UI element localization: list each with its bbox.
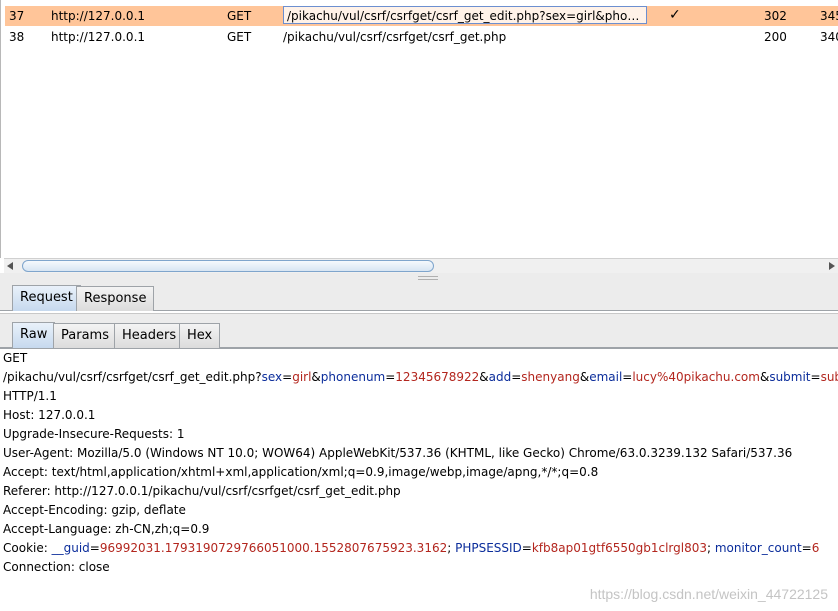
param-name: sex bbox=[261, 370, 283, 384]
row-url-cell: /pikachu/vul/csrf/csrfget/csrf_get.php bbox=[283, 30, 507, 44]
cookie-name: PHPSESSID bbox=[455, 541, 522, 555]
row-host: http://127.0.0.1 bbox=[51, 30, 146, 44]
cookie-value: kfb8ap01gtf6550gb1clrgl803 bbox=[531, 541, 707, 555]
row-id: 38 bbox=[9, 30, 25, 44]
message-tabs: Request Response bbox=[0, 281, 838, 311]
history-row-38[interactable]: 38 http://127.0.0.1 GET /pikachu/vul/csr… bbox=[5, 27, 838, 47]
header-accept: Accept: text/html,application/xhtml+xml,… bbox=[3, 465, 599, 479]
header-accept-encoding: Accept-Encoding: gzip, deflate bbox=[3, 503, 186, 517]
header-host: Host: 127.0.0.1 bbox=[3, 408, 96, 422]
cookie-value: 6 bbox=[811, 541, 820, 555]
cookie-label: Cookie: bbox=[3, 541, 52, 555]
param-name: email bbox=[589, 370, 623, 384]
header-accept-language: Accept-Language: zh-CN,zh;q=0.9 bbox=[3, 522, 210, 536]
edited-check-icon: ✓ bbox=[669, 7, 681, 23]
raw-request-editor[interactable]: GET /pikachu/vul/csrf/csrfget/csrf_get_e… bbox=[0, 348, 838, 611]
param-value: shenyang bbox=[521, 370, 580, 384]
request-view-tabs: Raw Params Headers Hex bbox=[0, 313, 838, 348]
header-user-agent: User-Agent: Mozilla/5.0 (Windows NT 10.0… bbox=[3, 446, 793, 460]
scroll-right-icon[interactable] bbox=[829, 262, 835, 270]
tab-params[interactable]: Params bbox=[53, 323, 117, 348]
http-version: HTTP/1.1 bbox=[3, 389, 57, 403]
tab-headers[interactable]: Headers bbox=[114, 323, 185, 348]
cookie-name: monitor_count bbox=[714, 541, 802, 555]
cookie-value: 96992031.1793190729766051000.15528076759… bbox=[99, 541, 448, 555]
header-connection: Connection: close bbox=[3, 560, 110, 574]
tab-raw[interactable]: Raw bbox=[12, 322, 56, 348]
row-host: http://127.0.0.1 bbox=[51, 9, 146, 23]
param-value: 12345678922 bbox=[395, 370, 480, 384]
param-name: phonenum bbox=[320, 370, 386, 384]
header-cookie: Cookie: __guid=96992031.1793190729766051… bbox=[3, 541, 820, 555]
watermark: https://blog.csdn.net/weixin_44722125 bbox=[589, 586, 828, 602]
row-id: 37 bbox=[9, 9, 25, 23]
scroll-left-icon[interactable] bbox=[7, 262, 13, 270]
param-value: girl bbox=[292, 370, 312, 384]
request-method: GET bbox=[3, 351, 28, 365]
tab-request[interactable]: Request bbox=[12, 285, 81, 311]
row-status: 302 bbox=[764, 9, 787, 23]
scrollbar-thumb[interactable] bbox=[22, 260, 434, 272]
param-value: lucy%40pikachu.com bbox=[632, 370, 760, 384]
cookie-name: __guid bbox=[51, 541, 90, 555]
param-value: submit bbox=[820, 370, 838, 384]
pane-splitter[interactable] bbox=[0, 273, 838, 281]
history-row-37[interactable]: 37 http://127.0.0.1 GET /pikachu/vul/csr… bbox=[5, 6, 838, 26]
param-name: submit bbox=[769, 370, 811, 384]
history-horizontal-scrollbar[interactable] bbox=[4, 258, 838, 273]
history-table: 37 http://127.0.0.1 GET /pikachu/vul/csr… bbox=[0, 0, 838, 258]
request-line: /pikachu/vul/csrf/csrfget/csrf_get_edit.… bbox=[0, 368, 838, 387]
row-length: 345 bbox=[820, 9, 838, 23]
row-url-cell[interactable]: /pikachu/vul/csrf/csrfget/csrf_get_edit.… bbox=[283, 6, 647, 24]
splitter-grip-icon[interactable] bbox=[418, 276, 438, 280]
request-path: /pikachu/vul/csrf/csrfget/csrf_get_edit.… bbox=[3, 370, 262, 384]
tab-hex[interactable]: Hex bbox=[179, 323, 221, 348]
row-method: GET bbox=[227, 9, 252, 23]
row-length: 340 bbox=[820, 30, 838, 44]
param-name: add bbox=[488, 370, 512, 384]
header-upgrade: Upgrade-Insecure-Requests: 1 bbox=[3, 427, 185, 441]
header-referer: Referer: http://127.0.0.1/pikachu/vul/cs… bbox=[3, 484, 401, 498]
tab-response[interactable]: Response bbox=[76, 286, 155, 311]
row-method: GET bbox=[227, 30, 252, 44]
row-status: 200 bbox=[764, 30, 787, 44]
